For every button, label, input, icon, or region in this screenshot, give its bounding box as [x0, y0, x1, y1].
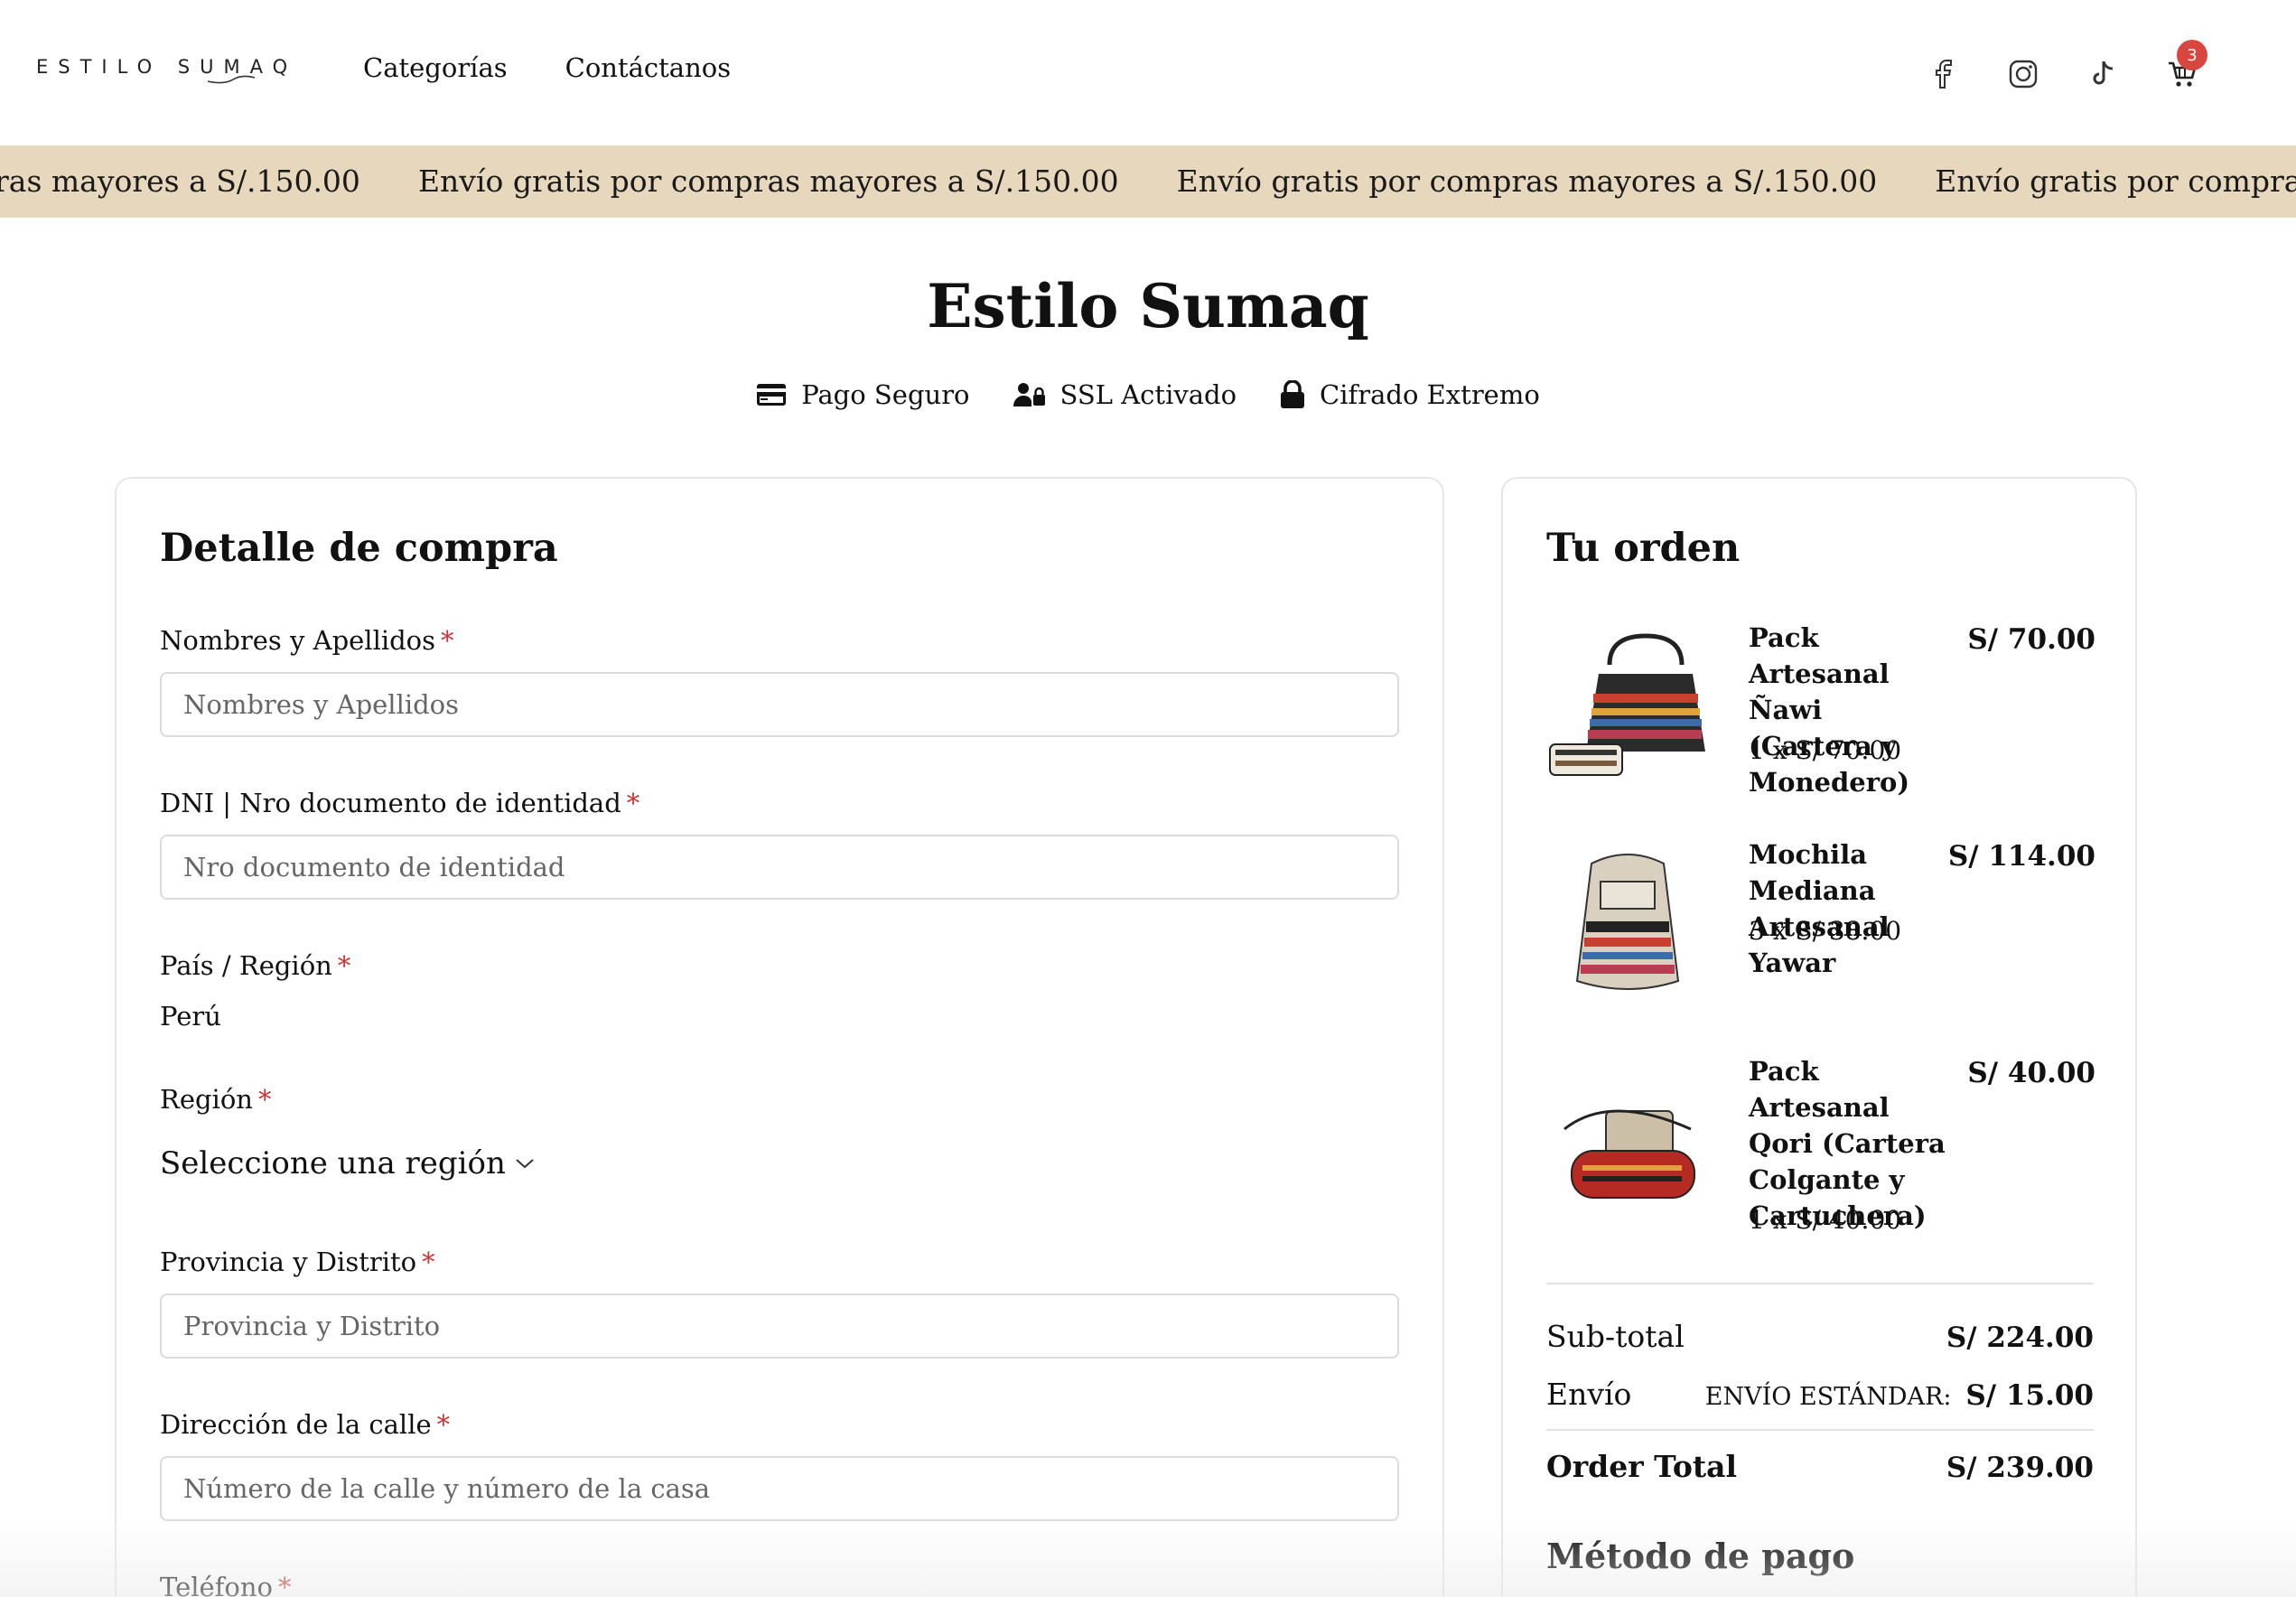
order-item[interactable]: Pack Artesanal Qori (Cartera Colgante y … — [1546, 1053, 2095, 1243]
total-label: Order Total — [1546, 1449, 1738, 1484]
site-logo[interactable]: ESTILO SUMAQ — [36, 56, 297, 78]
shipping-label: Envío — [1546, 1377, 1632, 1412]
dni-input[interactable]: Nro documento de identidad — [160, 835, 1399, 900]
badge-ssl: SSL Activado — [1013, 379, 1237, 410]
main-nav: Categorías Contáctanos — [363, 52, 731, 83]
nav-categorias[interactable]: Categorías — [363, 52, 508, 83]
province-input[interactable]: Provincia y Distrito — [160, 1293, 1399, 1359]
required-mark: * — [441, 625, 454, 656]
required-mark: * — [278, 1572, 292, 1597]
announcement-text: Envío gratis por compras mayores a S/.15… — [1935, 163, 2296, 199]
item-quantity: 1 x S/ 70.00 — [1749, 735, 1902, 765]
total-row: Order Total S/ 239.00 — [1546, 1449, 2094, 1484]
badge-label: Pago Seguro — [801, 379, 970, 410]
shipping-method[interactable]: ENVÍO ESTÁNDAR: — [1705, 1383, 1952, 1411]
badge-secure-payment: Pago Seguro — [756, 379, 970, 410]
region-label: Región * — [160, 1084, 272, 1115]
subtotal-label: Sub-total — [1546, 1319, 1685, 1354]
phone-label: Teléfono * — [160, 1572, 292, 1597]
order-item[interactable]: Mochila Mediana Artesanal Yawar S/ 114.0… — [1546, 836, 2095, 999]
required-mark: * — [337, 950, 351, 981]
order-item[interactable]: Pack Artesanal Ñawi (Cartera y Monedero)… — [1546, 620, 2095, 798]
shipping-value: S/ 15.00 — [1965, 1379, 2094, 1412]
credit-card-icon — [757, 384, 787, 406]
country-label: País / Región * — [160, 950, 351, 981]
chevron-down-icon — [516, 1159, 534, 1169]
announcement-text: Envío gratis por compras mayores a S/.15… — [417, 163, 1119, 199]
product-image — [1549, 633, 1705, 776]
facebook-icon[interactable] — [1917, 47, 1971, 101]
region-select-value: Seleccione una región — [160, 1145, 506, 1181]
required-mark: * — [422, 1247, 435, 1277]
announcement-bar: ras mayores a S/.150.00 Envío gratis por … — [0, 145, 2296, 218]
street-label: Dirección de la calle * — [160, 1409, 451, 1440]
street-input[interactable]: Número de la calle y número de la casa — [160, 1456, 1399, 1521]
summary-divider — [1546, 1429, 2094, 1431]
summary-divider — [1546, 1283, 2094, 1284]
security-badges: Pago Seguro SSL Activado Cifrado Extremo — [0, 379, 2296, 410]
order-summary-panel: Tu orden Pack Artesanal Ñawi (Cartera y … — [1501, 477, 2137, 1597]
province-label: Provincia y Distrito * — [160, 1247, 435, 1277]
nav-contactanos[interactable]: Contáctanos — [565, 52, 731, 83]
tiktok-icon[interactable] — [2076, 47, 2130, 101]
item-price: S/ 70.00 — [1967, 623, 2095, 656]
item-name: Pack Artesanal Ñawi (Cartera y Monedero) — [1749, 622, 1910, 798]
cart-icon[interactable]: 3 — [2155, 40, 2209, 101]
shipping-detail: ENVÍO ESTÁNDAR: S/ 15.00 — [1705, 1379, 2094, 1412]
shipping-row: Envío ENVÍO ESTÁNDAR: S/ 15.00 — [1546, 1377, 2094, 1412]
name-input[interactable]: Nombres y Apellidos — [160, 672, 1399, 737]
logo-swash-icon — [207, 75, 256, 84]
item-quantity: 1 x S/ 40.00 — [1749, 1205, 1902, 1235]
user-lock-icon — [1013, 383, 1045, 406]
lock-icon — [1281, 380, 1305, 408]
payment-method-heading: Método de pago — [1546, 1536, 1855, 1576]
badge-label: Cifrado Extremo — [1320, 379, 1540, 410]
header-icons: 3 — [1917, 40, 2296, 101]
total-value: S/ 239.00 — [1946, 1452, 2094, 1484]
instagram-icon[interactable] — [1996, 47, 2050, 101]
dni-label: DNI | Nro documento de identidad * — [160, 788, 640, 818]
announcement-text-partial: ras mayores a S/.150.00 — [0, 163, 360, 199]
badge-label: SSL Activado — [1059, 379, 1237, 410]
required-mark: * — [436, 1409, 451, 1440]
checkout-form-panel: Detalle de compra Nombres y Apellidos * N… — [115, 477, 1444, 1597]
item-name: Mochila Mediana Artesanal Yawar — [1749, 839, 1890, 978]
announcement-track: ras mayores a S/.150.00 Envío gratis por … — [0, 163, 2296, 199]
subtotal-row: Sub-total S/ 224.00 — [1546, 1319, 2094, 1354]
product-image — [1575, 854, 1680, 990]
order-heading: Tu orden — [1546, 526, 1741, 571]
product-image — [1563, 1109, 1695, 1199]
item-quantity: 3 x S/ 38.00 — [1749, 916, 1902, 946]
required-mark: * — [626, 788, 640, 818]
subtotal-value: S/ 224.00 — [1946, 1321, 2094, 1354]
cart-count-badge: 3 — [2177, 40, 2207, 70]
badge-encryption: Cifrado Extremo — [1280, 379, 1540, 410]
item-price: S/ 114.00 — [1947, 840, 2095, 873]
item-price: S/ 40.00 — [1967, 1057, 2095, 1089]
country-value: Perú — [160, 1001, 221, 1032]
page-title: Estilo Sumaq — [927, 271, 1369, 341]
required-mark: * — [257, 1084, 272, 1115]
name-label: Nombres y Apellidos * — [160, 625, 454, 656]
checkout-heading: Detalle de compra — [160, 526, 558, 571]
region-select[interactable]: Seleccione una región — [160, 1145, 535, 1181]
announcement-text: Envío gratis por compras mayores a S/.15… — [1176, 163, 1878, 199]
site-header: ESTILO SUMAQ Categorías Contáctanos 3 — [0, 0, 2296, 145]
